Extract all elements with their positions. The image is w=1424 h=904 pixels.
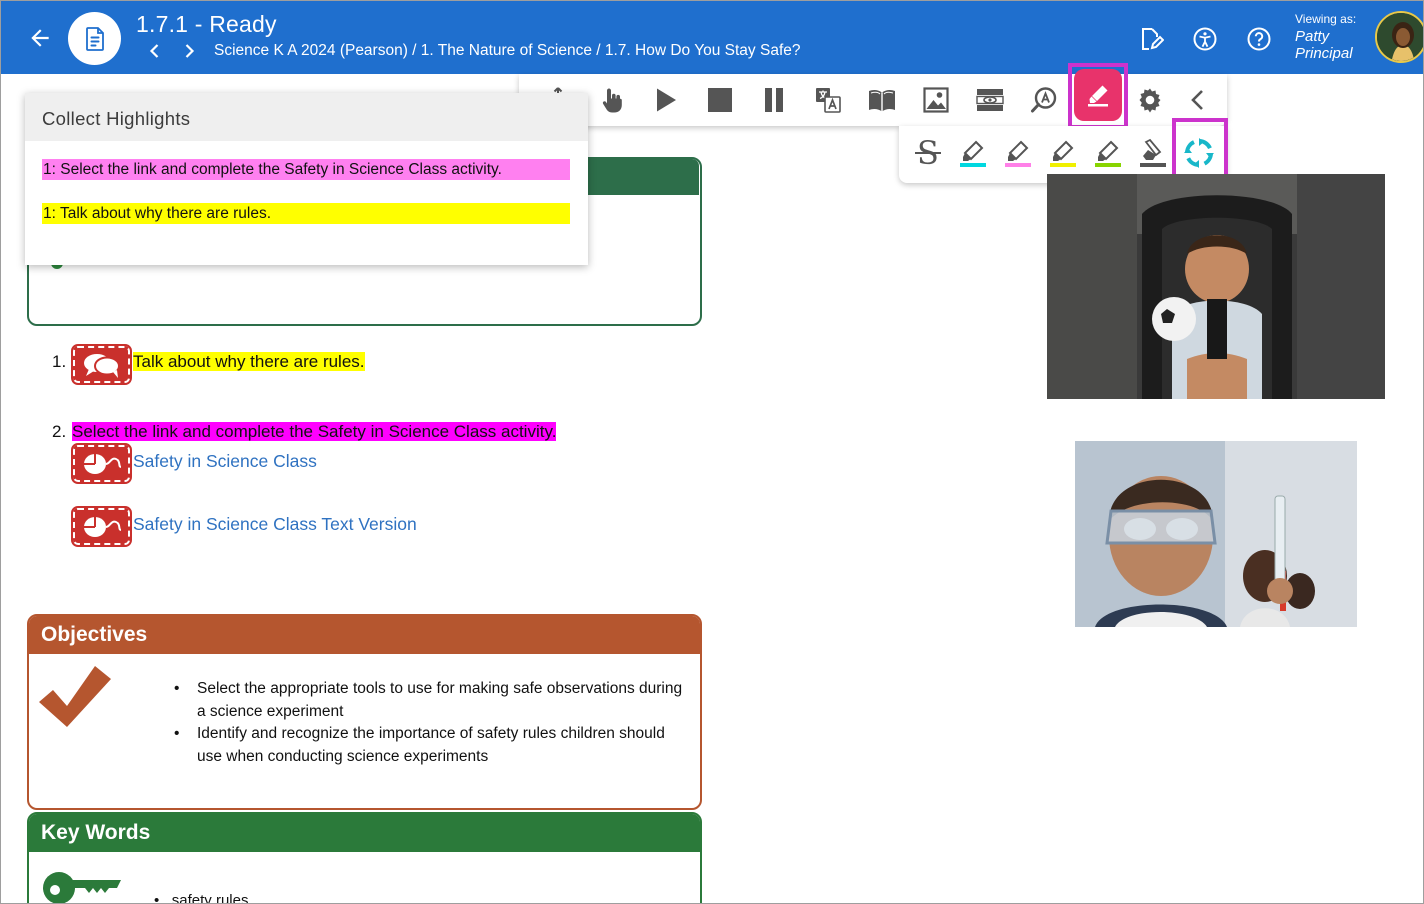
mouse-click-icon: [71, 506, 132, 547]
discussion-icon: [71, 344, 132, 385]
highlighter-pink-icon[interactable]: [1001, 136, 1035, 170]
collect-highlights-panel: Collect Highlights 1: Select the link an…: [25, 93, 588, 265]
viewer-first-name: Patty: [1295, 28, 1330, 45]
boy-goggles-photo: [1075, 441, 1357, 627]
highlighter-icon: [1088, 85, 1108, 107]
collapse-icon[interactable]: [1183, 86, 1213, 114]
accessibility-icon[interactable]: [1191, 25, 1219, 53]
avatar[interactable]: [1375, 11, 1423, 63]
key-icon: [41, 864, 125, 903]
chevron-left-icon[interactable]: [145, 41, 165, 61]
key-word-text: safety rules: [171, 892, 249, 904]
mouse-click-icon: [71, 443, 132, 484]
viewer-last-name: Principal: [1295, 45, 1353, 62]
highlighted-text-yellow[interactable]: Talk about why there are rules.: [133, 352, 365, 371]
back-arrow-icon[interactable]: [25, 23, 55, 53]
step-number: 2.: [52, 422, 67, 441]
dictionary-icon[interactable]: [867, 86, 897, 114]
lesson-title: 1.7.1 - Ready: [136, 11, 277, 37]
key-word-item: • safety rules: [154, 892, 249, 904]
highlighter-button[interactable]: [1074, 69, 1122, 121]
strikethrough-icon[interactable]: S: [911, 136, 945, 170]
collect-highlights-icon[interactable]: [1182, 136, 1216, 170]
breadcrumb[interactable]: Science K A 2024 (Pearson) / 1. The Natu…: [214, 42, 801, 60]
key-words-title: Key Words: [29, 814, 700, 852]
viewing-as: Viewing as: Patty Principal: [1295, 13, 1356, 62]
checkmark-icon: [37, 664, 113, 735]
baby-car-seat-photo: [1047, 174, 1385, 399]
collected-highlight-item[interactable]: 1: Talk about why there are rules.: [42, 203, 570, 224]
collected-highlight-item[interactable]: 1: Select the link and complete the Safe…: [42, 159, 570, 180]
eraser-icon[interactable]: [1136, 136, 1170, 170]
settings-icon[interactable]: [1135, 86, 1165, 114]
reading-toolbar: [519, 63, 1227, 129]
safety-text-version-link[interactable]: Safety in Science Class Text Version: [133, 514, 417, 535]
talk-and-type-icon[interactable]: [1029, 86, 1059, 114]
objectives-list: Select the appropriate tools to use for …: [172, 678, 692, 768]
edit-document-icon[interactable]: [1137, 25, 1165, 53]
safety-in-science-class-link[interactable]: Safety in Science Class: [133, 451, 317, 472]
chevron-right-icon[interactable]: [179, 41, 199, 61]
highlighter-cyan-icon[interactable]: [956, 136, 990, 170]
panel-title: Collect Highlights: [25, 93, 588, 141]
highlighter-green-icon[interactable]: [1091, 136, 1125, 170]
stop-icon[interactable]: [705, 86, 735, 114]
screen-mask-icon[interactable]: [975, 86, 1005, 114]
step-text: Talk about why there are rules.: [133, 352, 365, 372]
key-words-section: Key Words • safety rules: [27, 812, 702, 904]
picture-dictionary-icon[interactable]: [921, 86, 951, 114]
pause-icon[interactable]: [759, 86, 789, 114]
app-window: 1.7.1 - Ready Science K A 2024 (Pearson)…: [0, 0, 1424, 904]
objective-item: Identify and recognize the importance of…: [172, 723, 692, 768]
highlighter-yellow-icon[interactable]: [1046, 136, 1080, 170]
play-icon[interactable]: [651, 86, 681, 114]
viewing-label: Viewing as:: [1295, 12, 1357, 26]
translate-icon[interactable]: [813, 86, 843, 114]
help-icon[interactable]: [1245, 25, 1273, 53]
objective-item: Select the appropriate tools to use for …: [172, 678, 692, 723]
step-text: Select the link and complete the Safety …: [72, 422, 557, 442]
hand-pointer-icon[interactable]: [597, 86, 627, 114]
objectives-section: Objectives Select the appropriate tools …: [27, 614, 702, 810]
highlighted-text-magenta[interactable]: Select the link and complete the Safety …: [72, 422, 557, 441]
objectives-title: Objectives: [29, 616, 700, 654]
step-number: 1.: [52, 352, 67, 371]
document-icon[interactable]: [68, 12, 121, 65]
top-header: 1.7.1 - Ready Science K A 2024 (Pearson)…: [1, 1, 1423, 74]
